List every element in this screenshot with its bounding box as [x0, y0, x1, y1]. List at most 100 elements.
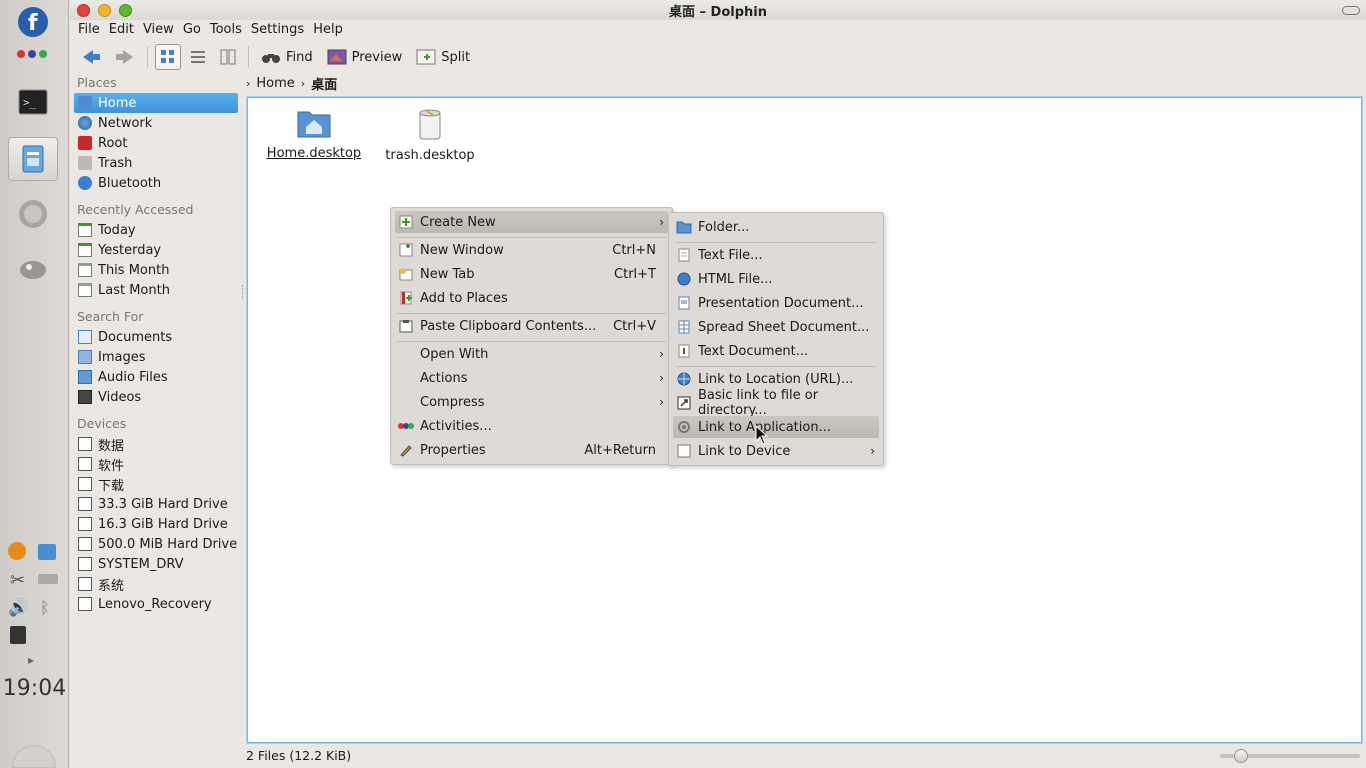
device-item[interactable]: 33.3 GiB Hard Drive [72, 494, 240, 514]
place-home[interactable]: Home [74, 93, 238, 113]
firefox-icon[interactable] [8, 192, 58, 236]
menu-item-create-new[interactable]: Create New › [395, 211, 668, 233]
device-item[interactable]: 软件 [72, 454, 240, 474]
place-root[interactable]: Root [72, 133, 240, 153]
menu-item-new-window[interactable]: New Window Ctrl+N [395, 239, 668, 261]
device-label: 33.3 GiB Hard Drive [98, 496, 228, 512]
breadcrumb-arrow-icon[interactable]: › [301, 77, 305, 90]
preview-button[interactable]: Preview [322, 44, 408, 70]
update-icon[interactable] [8, 542, 26, 560]
calendar-icon [78, 223, 92, 237]
bluetooth-tray-icon[interactable]: ᛒ [40, 598, 50, 617]
clock[interactable]: 19:04 [0, 676, 69, 701]
device-notifier-icon[interactable] [10, 626, 26, 644]
dolphin-icon[interactable] [8, 137, 58, 181]
menu-file[interactable]: File [78, 20, 109, 42]
device-item[interactable]: 16.3 GiB Hard Drive [72, 514, 240, 534]
desktop-icon[interactable] [38, 544, 56, 560]
menu-view[interactable]: View [143, 20, 183, 42]
window-options-button[interactable] [1342, 6, 1360, 15]
menu-item-paste[interactable]: Paste Clipboard Contents... Ctrl+V [395, 315, 668, 337]
find-label: Find [286, 49, 313, 65]
search-documents[interactable]: Documents [72, 327, 240, 347]
terminal-icon[interactable]: >_ [8, 80, 58, 124]
menu-item-activities[interactable]: Activities... [395, 415, 668, 437]
search-images[interactable]: Images [72, 347, 240, 367]
menu-separator [397, 313, 666, 314]
split-button[interactable]: Split [411, 44, 475, 70]
file-item[interactable]: Home.desktop [264, 108, 364, 161]
device-item[interactable]: Lenovo_Recovery [72, 594, 240, 614]
menu-item-open-with[interactable]: Open With › [395, 343, 668, 365]
menu-item-label: New Tab [420, 266, 475, 282]
zoom-slider[interactable] [1220, 749, 1360, 763]
submenu-item-label: Text Document... [698, 343, 809, 359]
volume-icon[interactable]: 🔊 [8, 598, 29, 618]
expand-arrow-icon[interactable]: ▶ [28, 656, 34, 665]
gimp-icon[interactable] [8, 246, 58, 290]
menu-settings[interactable]: Settings [251, 20, 313, 42]
place-network[interactable]: Network [72, 113, 240, 133]
submenu-item-basic-link[interactable]: Basic link to file or directory... [673, 388, 879, 418]
recent-last-month-label: Last Month [98, 282, 170, 298]
device-item[interactable]: 系统 [72, 574, 240, 594]
context-menu: Create New › New Window Ctrl+N New Tab C… [390, 207, 673, 465]
home-folder-icon [297, 111, 331, 138]
recent-yesterday[interactable]: Yesterday [72, 240, 240, 260]
recent-last-month[interactable]: Last Month [72, 280, 240, 300]
device-item[interactable]: SYSTEM_DRV [72, 554, 240, 574]
recent-today[interactable]: Today [72, 220, 240, 240]
file-item[interactable]: trash.desktop [380, 108, 480, 163]
places-panel: Places Home Network Root Trash Bluetooth… [72, 72, 240, 748]
search-videos[interactable]: Videos [72, 387, 240, 407]
device-item[interactable]: 500.0 MiB Hard Drive [72, 534, 240, 554]
menu-item-new-tab[interactable]: New Tab Ctrl+T [395, 263, 668, 285]
back-button[interactable] [76, 44, 106, 70]
menu-item-label: Create New [420, 214, 496, 230]
submenu-item-folder[interactable]: Folder... [673, 216, 879, 238]
breadcrumb-home[interactable]: Home [256, 76, 294, 91]
device-item[interactable]: 数据 [72, 434, 240, 454]
submenu-item-presentation[interactable]: Presentation Document... [673, 292, 879, 314]
menu-item-properties[interactable]: Properties Alt+Return [395, 439, 668, 461]
place-trash[interactable]: Trash [72, 153, 240, 173]
submenu-item-label: Spread Sheet Document... [698, 319, 870, 335]
submenu-item-spreadsheet[interactable]: Spread Sheet Document... [673, 316, 879, 338]
menu-edit[interactable]: Edit [109, 20, 143, 42]
details-view-button[interactable] [185, 44, 211, 70]
menu-item-actions[interactable]: Actions › [395, 367, 668, 389]
dots-icon[interactable] [8, 34, 58, 74]
menu-item-label: Open With [420, 346, 489, 362]
submenu-item-label: Link to Application... [698, 419, 831, 435]
breadcrumb-current[interactable]: 桌面 [311, 74, 337, 93]
device-icon [676, 443, 692, 459]
submenu-item-text-document[interactable]: Text Document... [673, 340, 879, 362]
breadcrumb-root-arrow-icon[interactable]: › [246, 77, 250, 90]
menu-icon-placeholder [398, 394, 414, 410]
submenu-item-text-file[interactable]: Text File... [673, 244, 879, 266]
zoom-slider-handle[interactable] [1234, 749, 1248, 763]
submenu-item-link-application[interactable]: Link to Application... [673, 416, 879, 438]
columns-view-button[interactable] [215, 44, 241, 70]
menu-go[interactable]: Go [183, 20, 210, 42]
menu-item-add-to-places[interactable]: Add to Places [395, 287, 668, 309]
menu-bar: File Edit View Go Tools Settings Help [70, 20, 352, 42]
forward-button[interactable] [110, 44, 140, 70]
icons-view-button[interactable] [155, 44, 181, 70]
keyboard-icon[interactable] [38, 574, 58, 584]
place-bluetooth[interactable]: Bluetooth [72, 173, 240, 193]
audio-icon [78, 370, 92, 384]
submenu-item-link-url[interactable]: Link to Location (URL)... [673, 368, 879, 390]
menu-help[interactable]: Help [313, 20, 352, 42]
recent-this-month[interactable]: This Month [72, 260, 240, 280]
scissors-icon[interactable]: ✂ [10, 570, 25, 591]
search-audio[interactable]: Audio Files [72, 367, 240, 387]
cashew-icon[interactable] [12, 745, 56, 768]
menu-tools[interactable]: Tools [210, 20, 251, 42]
find-button[interactable]: Find [256, 44, 318, 70]
panel-splitter[interactable] [242, 285, 244, 299]
menu-item-compress[interactable]: Compress › [395, 391, 668, 413]
submenu-item-html-file[interactable]: HTML File... [673, 268, 879, 290]
submenu-item-link-device[interactable]: Link to Device › [673, 440, 879, 462]
device-item[interactable]: 下载 [72, 474, 240, 494]
